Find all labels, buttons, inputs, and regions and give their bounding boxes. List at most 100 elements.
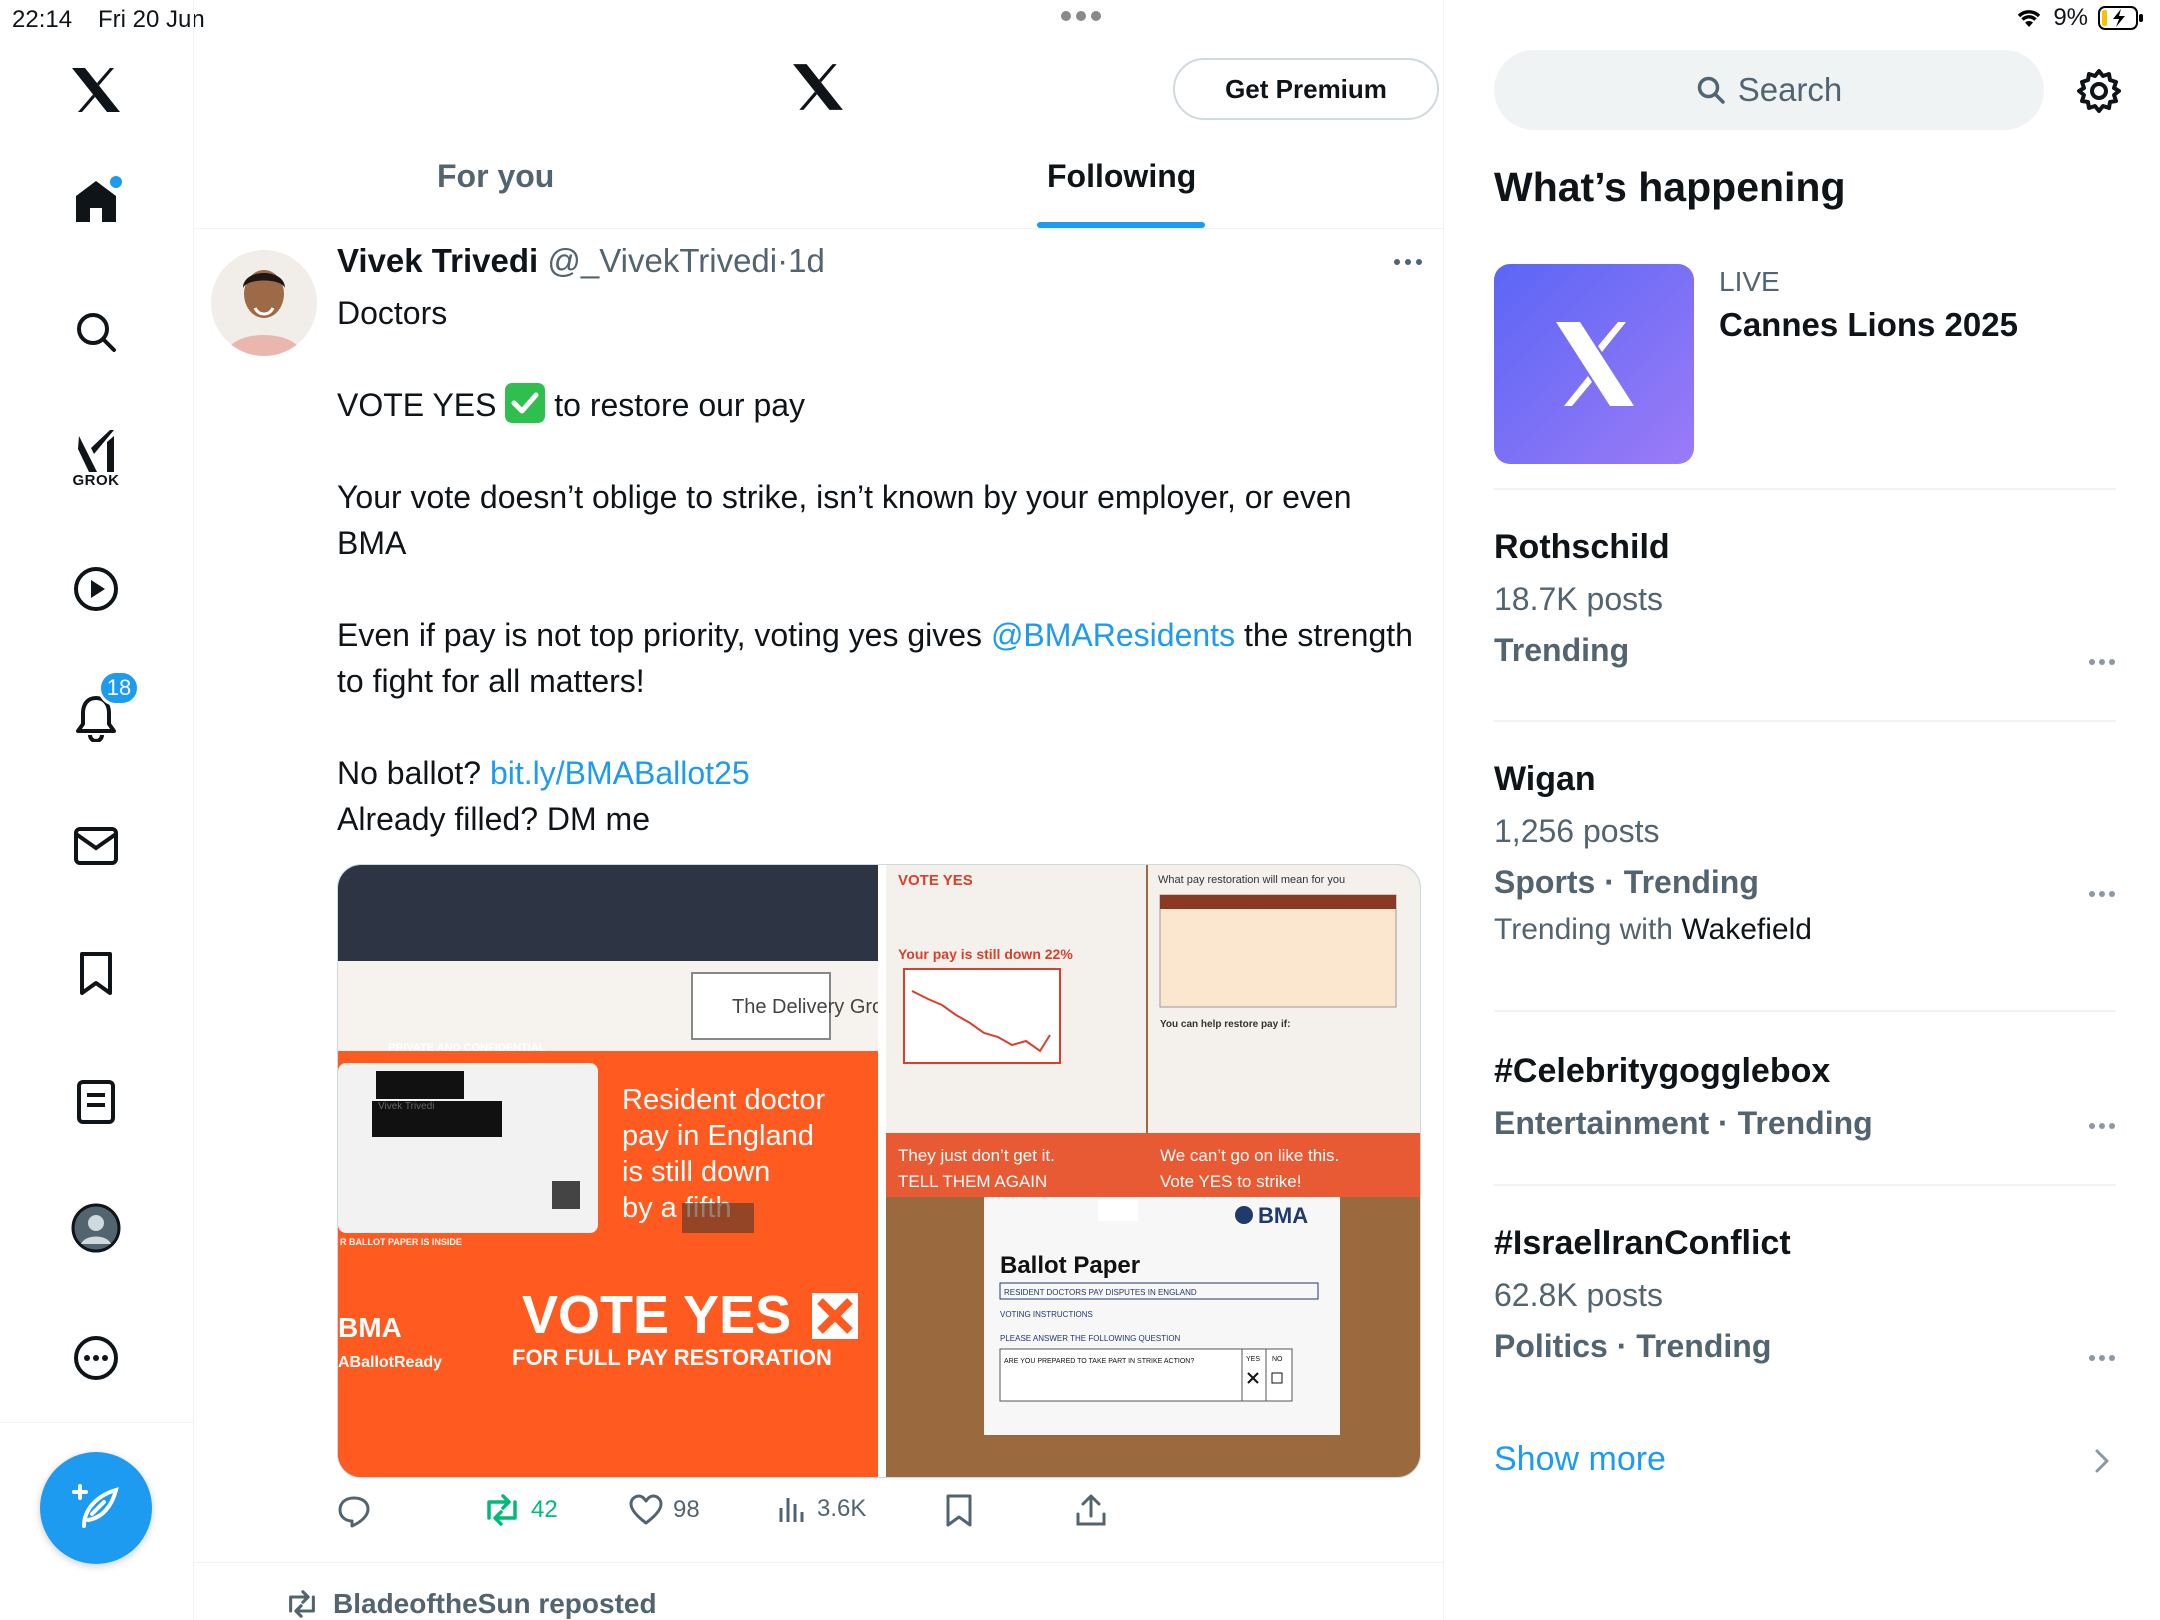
- compose-post-button[interactable]: [40, 1452, 152, 1564]
- like-button[interactable]: 98: [629, 1494, 700, 1526]
- x-logo-header-icon[interactable]: [791, 62, 845, 112]
- trend-item[interactable]: #Celebritygogglebox Entertainment · Tren…: [1494, 1052, 2116, 1142]
- envelope-photo[interactable]: The Delivery Group PRIVATE AND CONFIDENT…: [338, 865, 905, 1477]
- trending-with-name[interactable]: Wakefield: [1681, 913, 1812, 946]
- bookmark-icon: [78, 951, 114, 997]
- live-event-title[interactable]: Cannes Lions 2025: [1719, 306, 2018, 344]
- tweet-line: Doctors: [337, 295, 448, 331]
- reply-button[interactable]: [337, 1494, 371, 1528]
- tweet[interactable]: Vivek Trivedi @_VivekTrivedi·1d Doctors …: [193, 228, 1443, 1563]
- tweet-media[interactable]: The Delivery Group PRIVATE AND CONFIDENT…: [337, 864, 1421, 1478]
- author-avatar[interactable]: [211, 250, 317, 356]
- list-document-icon: [76, 1079, 116, 1125]
- trend-title: Wigan: [1494, 760, 1596, 798]
- trend-posts: 62.8K posts: [1494, 1277, 1663, 1313]
- chevron-right-icon[interactable]: [2094, 1448, 2110, 1474]
- trend-posts: 18.7K posts: [1494, 581, 1663, 617]
- private-text: PRIVATE AND CONFIDENTIAL: [388, 1042, 546, 1054]
- question-header: PLEASE ANSWER THE FOLLOWING QUESTION: [1000, 1334, 1181, 1343]
- trending-with: Trending with Wakefield: [1494, 913, 2116, 947]
- tweet-time[interactable]: 1d: [788, 242, 825, 279]
- trend-more-icon[interactable]: [2088, 890, 2116, 898]
- nav-lists[interactable]: [52, 1058, 140, 1146]
- what-pay-text: What pay restoration will mean for you: [1158, 874, 1345, 886]
- tweet-text: Doctors VOTE YES to restore our pay Your…: [337, 290, 1417, 842]
- bma-envelope-text: BMA: [338, 1312, 402, 1343]
- trend-title: Rothschild: [1494, 528, 1670, 566]
- nav-home[interactable]: [52, 158, 140, 246]
- banner-right-2: Vote YES to strike!: [1160, 1172, 1301, 1191]
- views-count: 3.6K: [817, 1495, 867, 1522]
- headline-2: pay in England: [622, 1120, 814, 1152]
- bookmark-tweet-button[interactable]: [945, 1494, 973, 1528]
- main-timeline: Get Premium For you Following Vivek Triv…: [193, 0, 1444, 1620]
- pay-down-text: Your pay is still down 22%: [898, 946, 1073, 962]
- retweet-icon: [483, 1494, 521, 1526]
- reposted-by-text: BladeoftheSun reposted: [333, 1588, 657, 1619]
- nav-video[interactable]: [52, 545, 140, 633]
- whats-happening-title: What’s happening: [1494, 164, 1846, 210]
- profile-avatar-icon: [71, 1203, 121, 1253]
- notifications-badge: 18: [98, 670, 140, 706]
- tab-following[interactable]: Following: [1047, 158, 1196, 195]
- vote-yes-text: VOTE YES: [522, 1285, 791, 1345]
- trend-item[interactable]: #IsraelIranConflict 62.8K posts Politics…: [1494, 1224, 2116, 1365]
- tweet-line: VOTE YES to restore our pay: [337, 382, 1417, 428]
- live-event-image[interactable]: [1494, 264, 1694, 464]
- share-button[interactable]: [1075, 1494, 1107, 1528]
- trend-more-icon[interactable]: [2088, 658, 2116, 666]
- tab-for-you[interactable]: For you: [437, 158, 554, 195]
- live-label: LIVE: [1719, 266, 1780, 297]
- views-button[interactable]: 3.6K: [777, 1494, 866, 1524]
- retweet-button[interactable]: 42: [483, 1494, 558, 1526]
- banner-right-1: We can’t go on like this.: [1160, 1146, 1339, 1165]
- trend-meta: Sports · Trending: [1494, 864, 1759, 900]
- voting-instructions: VOTING INSTRUCTIONS: [1000, 1310, 1093, 1319]
- nav-notifications[interactable]: 18: [52, 670, 140, 762]
- tweet-line: No ballot? bit.ly/BMABallot25: [337, 750, 1417, 796]
- show-more-link[interactable]: Show more: [1494, 1440, 1666, 1479]
- nav-messages[interactable]: [52, 802, 140, 890]
- ballot-yes: YES: [1246, 1356, 1260, 1363]
- grok-label: GROK: [72, 472, 120, 489]
- ballot-title: Ballot Paper: [1000, 1252, 1140, 1279]
- search-input[interactable]: Search: [1494, 50, 2044, 130]
- nav-profile[interactable]: [52, 1184, 140, 1272]
- leaflet-photo[interactable]: VOTE YES Your pay is still down 22% What…: [886, 865, 1420, 1477]
- search-placeholder: Search: [1737, 71, 1843, 108]
- author-name[interactable]: Vivek Trivedi: [337, 242, 538, 279]
- ballot-sub: RESIDENT DOCTORS PAY DISPUTES IN ENGLAND: [1004, 1288, 1197, 1297]
- right-sidebar: Search What’s happening LIVE Cannes Lion…: [1444, 0, 2160, 1620]
- search-icon: [1696, 75, 1726, 105]
- trend-meta: Trending: [1494, 632, 1630, 668]
- tweet-line: Your vote doesn’t oblige to strike, isn’…: [337, 479, 1352, 561]
- trend-more-icon[interactable]: [2088, 1354, 2116, 1362]
- author-handle[interactable]: @_VivekTrivedi: [547, 242, 777, 279]
- tweet-more-icon[interactable]: [1393, 258, 1423, 266]
- leaflet-vote-yes: VOTE YES: [898, 872, 973, 889]
- reply-icon: [337, 1494, 371, 1528]
- settings-gear-icon[interactable]: [2076, 68, 2122, 114]
- left-navigation: GROK 18: [0, 0, 194, 1620]
- nav-more[interactable]: [52, 1314, 140, 1402]
- trend-item[interactable]: Rothschild 18.7K posts Trending: [1494, 528, 2116, 669]
- ballot-link[interactable]: bit.ly/BMABallot25: [490, 755, 750, 791]
- trend-more-icon[interactable]: [2088, 1122, 2116, 1130]
- bma-ballot-logo: BMA: [1258, 1203, 1308, 1228]
- divider: [1494, 1010, 2116, 1012]
- get-premium-button[interactable]: Get Premium: [1173, 58, 1439, 120]
- trend-title: #IsraelIranConflict: [1494, 1224, 1791, 1262]
- full-pay-text: FOR FULL PAY RESTORATION: [512, 1345, 832, 1370]
- tweet-line: Already filled? DM me: [337, 801, 650, 837]
- tweet-header: Vivek Trivedi @_VivekTrivedi·1d: [337, 242, 825, 280]
- x-logo-icon[interactable]: [52, 46, 140, 134]
- ballot-inside-text: R BALLOT PAPER IS INSIDE: [340, 1237, 462, 1247]
- home-notification-dot: [110, 176, 122, 188]
- nav-grok[interactable]: GROK: [52, 410, 140, 498]
- mention-link[interactable]: @BMAResidents: [991, 617, 1235, 653]
- reposted-indicator[interactable]: BladeoftheSun reposted: [285, 1588, 657, 1620]
- trend-item[interactable]: Wigan 1,256 posts Sports · Trending Tren…: [1494, 760, 2116, 947]
- nav-explore[interactable]: [52, 288, 140, 376]
- nav-bookmarks[interactable]: [52, 930, 140, 1018]
- views-chart-icon: [777, 1494, 807, 1524]
